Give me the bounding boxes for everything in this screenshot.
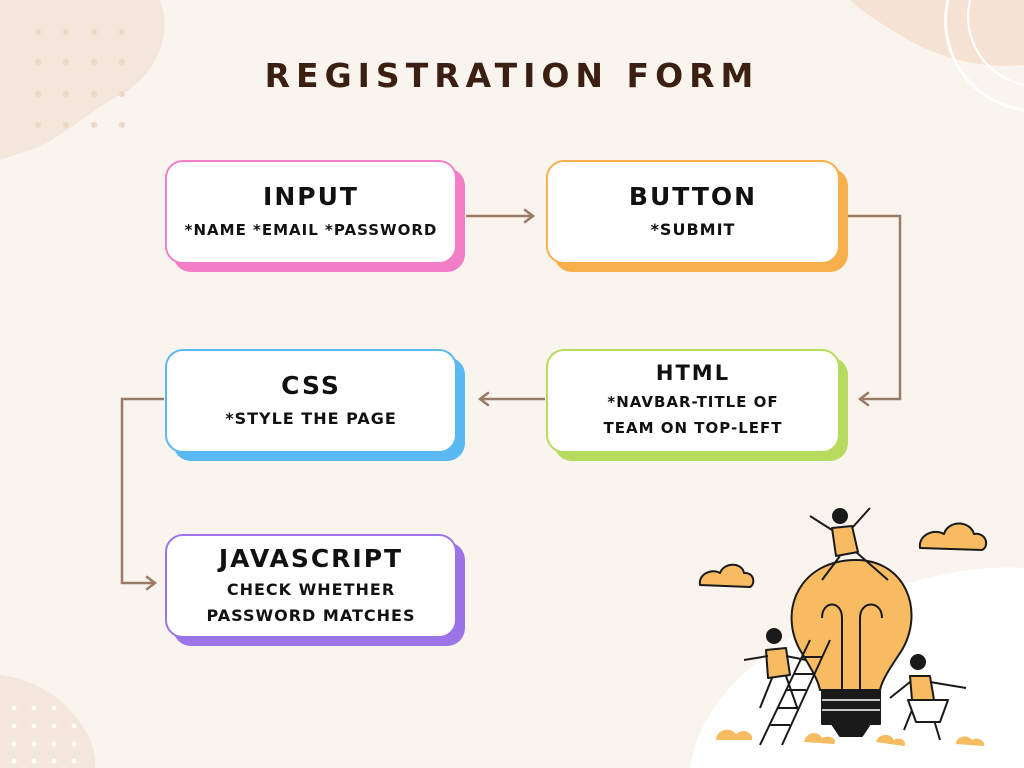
- node-body: *NAVBAR-TITLE OF TEAM ON TOP-LEFT: [603, 393, 783, 437]
- node-body: CHECK WHETHER PASSWORD MATCHES: [206, 579, 416, 625]
- node-heading: INPUT: [263, 181, 359, 211]
- node-body: *NAME *EMAIL *PASSWORD: [184, 220, 438, 239]
- node-card: CSS *STYLE THE PAGE: [165, 349, 457, 453]
- node-input: INPUT *NAME *EMAIL *PASSWORD: [165, 160, 465, 272]
- page-title: REGISTRATION FORM: [264, 56, 760, 95]
- node-html: HTML *NAVBAR-TITLE OF TEAM ON TOP-LEFT: [546, 349, 848, 461]
- node-card: BUTTON *SUBMIT: [546, 160, 840, 264]
- connector-css-to-javascript: [120, 397, 164, 585]
- connector-button-to-html: [848, 214, 902, 401]
- node-heading: HTML: [655, 361, 731, 385]
- node-card: HTML *NAVBAR-TITLE OF TEAM ON TOP-LEFT: [546, 349, 840, 453]
- corner-blob-bottom-left: [0, 675, 96, 768]
- background-decoration: [0, 0, 1024, 768]
- node-button: BUTTON *SUBMIT: [546, 160, 848, 272]
- node-card: INPUT *NAME *EMAIL *PASSWORD: [165, 160, 457, 264]
- node-javascript: JAVASCRIPT CHECK WHETHER PASSWORD MATCHE…: [165, 534, 465, 646]
- node-body: *STYLE THE PAGE: [225, 408, 397, 428]
- node-css: CSS *STYLE THE PAGE: [165, 349, 465, 461]
- node-heading: JAVASCRIPT: [218, 543, 404, 573]
- node-heading: BUTTON: [628, 181, 758, 211]
- node-body: *SUBMIT: [650, 219, 736, 239]
- node-heading: CSS: [281, 370, 341, 400]
- node-card: JAVASCRIPT CHECK WHETHER PASSWORD MATCHE…: [165, 534, 457, 638]
